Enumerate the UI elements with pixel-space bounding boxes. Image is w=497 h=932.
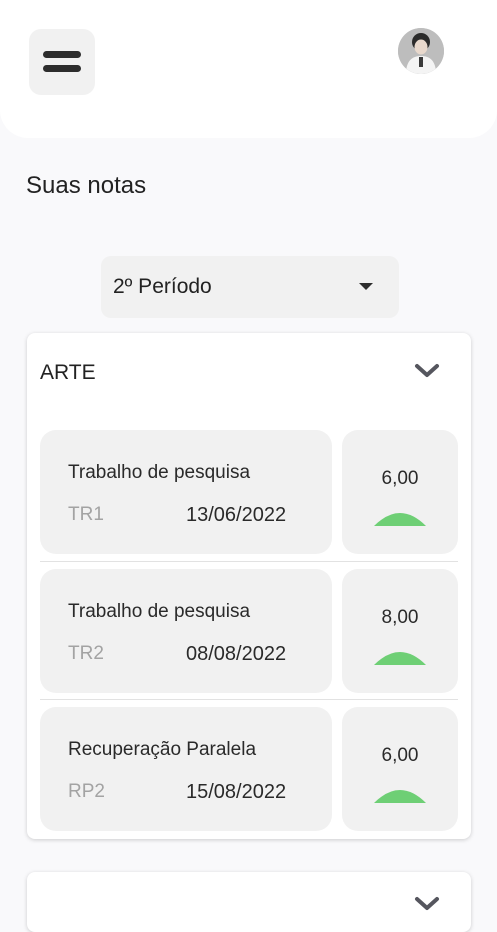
subject-name: ARTE bbox=[40, 361, 96, 384]
row-divider bbox=[40, 561, 458, 562]
page-title: Suas notas bbox=[26, 172, 147, 199]
collapse-toggle[interactable] bbox=[411, 892, 443, 916]
grade-info: Trabalho de pesquisa TR1 13/06/2022 bbox=[40, 430, 332, 554]
avatar[interactable] bbox=[398, 28, 444, 74]
row-divider bbox=[40, 699, 458, 700]
chevron-down-icon bbox=[415, 897, 439, 910]
grade-date: 08/08/2022 bbox=[186, 643, 287, 665]
grade-code: RP2 bbox=[68, 781, 105, 802]
score-gauge bbox=[374, 513, 426, 526]
user-avatar-icon bbox=[398, 28, 444, 74]
grade-row[interactable]: Recuperação Paralela RP2 15/08/2022 6,00 bbox=[40, 707, 458, 831]
grade-score: 6,00 bbox=[342, 707, 458, 831]
subject-card-arte: ARTE Trabalho de pesquisa TR1 13/06/2022… bbox=[27, 333, 471, 839]
grade-score: 6,00 bbox=[342, 430, 458, 554]
grade-code: TR2 bbox=[68, 643, 104, 664]
grade-description: Recuperação Paralela bbox=[68, 739, 257, 760]
grade-score: 8,00 bbox=[342, 569, 458, 693]
grade-row[interactable]: Trabalho de pesquisa TR1 13/06/2022 6,00 bbox=[40, 430, 458, 554]
dropdown-arrow-icon bbox=[359, 283, 373, 290]
grade-info: Trabalho de pesquisa TR2 08/08/2022 bbox=[40, 569, 332, 693]
grade-date: 15/08/2022 bbox=[186, 781, 287, 803]
grade-row[interactable]: Trabalho de pesquisa TR2 08/08/2022 8,00 bbox=[40, 569, 458, 693]
top-app-bar bbox=[0, 0, 497, 138]
hamburger-menu-icon bbox=[43, 51, 81, 72]
menu-button[interactable] bbox=[29, 29, 95, 95]
score-value: 6,00 bbox=[381, 745, 419, 766]
score-gauge bbox=[374, 652, 426, 665]
grade-info: Recuperação Paralela RP2 15/08/2022 bbox=[40, 707, 332, 831]
grade-description: Trabalho de pesquisa bbox=[68, 462, 251, 483]
grade-date: 13/06/2022 bbox=[186, 504, 287, 526]
score-value: 8,00 bbox=[381, 607, 419, 628]
chevron-down-icon bbox=[415, 364, 439, 377]
grade-description: Trabalho de pesquisa bbox=[68, 601, 251, 622]
grade-code: TR1 bbox=[68, 504, 104, 525]
period-select-value: 2º Período bbox=[113, 275, 212, 298]
score-value: 6,00 bbox=[381, 468, 419, 489]
score-gauge bbox=[374, 790, 426, 803]
subject-card-next bbox=[27, 872, 471, 932]
period-select[interactable]: 2º Período bbox=[101, 256, 399, 318]
collapse-toggle[interactable] bbox=[411, 359, 443, 383]
